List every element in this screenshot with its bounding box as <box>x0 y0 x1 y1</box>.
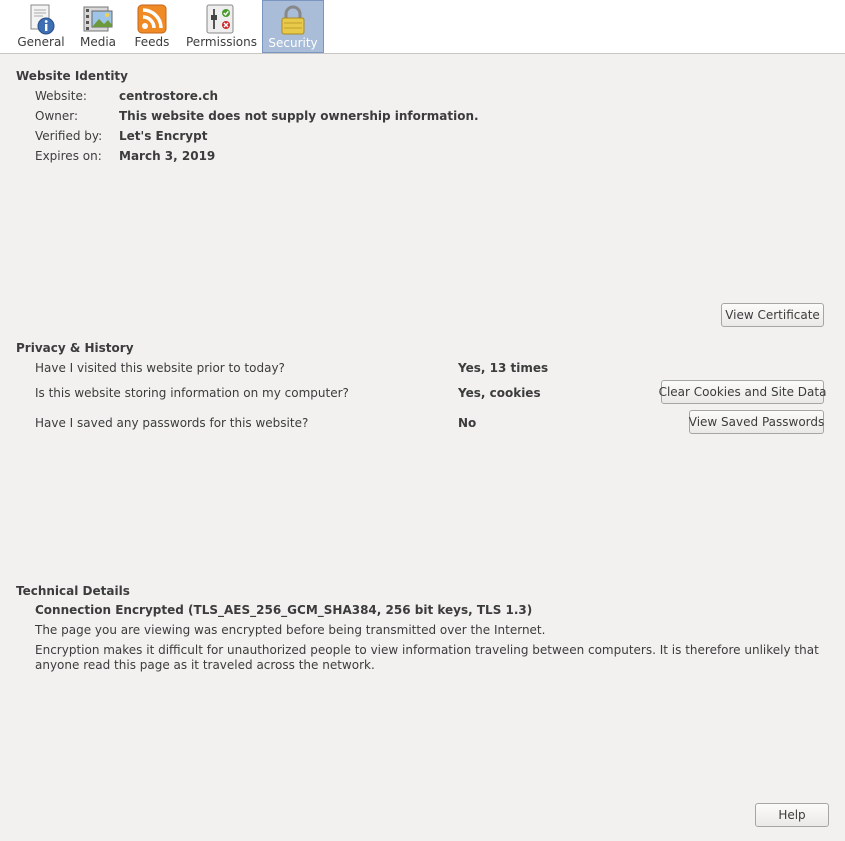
padlock-icon <box>281 5 305 35</box>
visited-answer: Yes, 13 times <box>458 361 549 375</box>
info-document-icon <box>30 4 55 35</box>
help-button[interactable]: Help <box>755 803 829 827</box>
tab-media[interactable]: Media <box>78 0 118 53</box>
view-certificate-button[interactable]: View Certificate <box>721 303 824 327</box>
tab-security[interactable]: Security <box>262 0 324 53</box>
passwords-question: Have I saved any passwords for this webs… <box>35 416 309 430</box>
website-value: centrostore.ch <box>119 89 219 103</box>
tab-general[interactable]: General <box>16 0 66 53</box>
storing-answer: Yes, cookies <box>458 386 541 400</box>
tab-general-label: General <box>17 35 65 49</box>
tab-security-label: Security <box>268 36 318 50</box>
connection-status: Connection Encrypted (TLS_AES_256_GCM_SH… <box>35 603 533 617</box>
verified-by-value: Let's Encrypt <box>119 129 208 143</box>
clear-cookies-button[interactable]: Clear Cookies and Site Data <box>659 380 826 404</box>
tab-permissions-label: Permissions <box>186 35 257 49</box>
owner-label: Owner: <box>35 109 79 123</box>
view-saved-passwords-button[interactable]: View Saved Passwords <box>689 410 824 434</box>
encryption-paragraph-2: Encryption makes it difficult for unauth… <box>35 643 819 672</box>
expires-on-value: March 3, 2019 <box>119 149 216 163</box>
tab-permissions[interactable]: Permissions <box>186 0 257 53</box>
section-title-website-identity: Website Identity <box>16 69 128 83</box>
tab-feeds-label: Feeds <box>134 35 170 49</box>
website-label: Website: <box>35 89 87 103</box>
storing-question: Is this website storing information on m… <box>35 386 349 400</box>
tab-media-label: Media <box>79 35 117 49</box>
permissions-switch-icon <box>206 4 234 34</box>
expires-on-label: Expires on: <box>35 149 102 163</box>
owner-value: This website does not supply ownership i… <box>119 109 479 123</box>
toolbar: General Media Feeds Permissions Security <box>0 0 845 54</box>
encryption-paragraph-1: The page you are viewing was encrypted b… <box>35 623 546 637</box>
media-film-icon <box>83 6 113 32</box>
rss-feed-icon <box>137 4 167 34</box>
section-title-technical-details: Technical Details <box>16 584 130 598</box>
section-title-privacy-history: Privacy & History <box>16 341 134 355</box>
passwords-answer: No <box>458 416 477 430</box>
verified-by-label: Verified by: <box>35 129 103 143</box>
visited-question: Have I visited this website prior to tod… <box>35 361 285 375</box>
tab-feeds[interactable]: Feeds <box>130 0 174 53</box>
